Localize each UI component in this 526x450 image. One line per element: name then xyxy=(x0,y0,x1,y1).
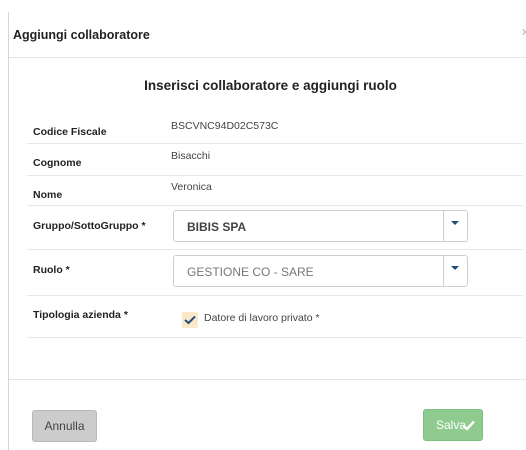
gruppo-label: Gruppo/SottoGruppo * xyxy=(33,220,146,232)
gruppo-selected-value: BIBIS SPA xyxy=(187,220,247,234)
ruolo-label: Ruolo * xyxy=(33,264,70,276)
save-button[interactable]: Salva xyxy=(423,409,483,441)
tipologia-label: Tipologia azienda * xyxy=(33,309,128,321)
codice-fiscale-label: Codice Fiscale xyxy=(33,126,107,138)
dialog-header: Aggiungi collaboratore ✕ xyxy=(9,12,526,58)
cognome-label: Cognome xyxy=(33,157,82,169)
ruolo-selected-value: GESTIONE CO - SARE xyxy=(187,265,314,279)
cognome-value: Bisacchi xyxy=(171,150,211,162)
gruppo-dropdown-toggle[interactable] xyxy=(443,211,467,241)
footer-divider xyxy=(9,379,526,380)
row-tipologia: Tipologia azienda * Datore di lavoro pri… xyxy=(27,296,523,338)
ruolo-dropdown-toggle[interactable] xyxy=(443,256,467,286)
gruppo-select[interactable]: BIBIS SPA xyxy=(173,210,468,242)
row-ruolo: Ruolo * GESTIONE CO - SARE xyxy=(27,250,523,296)
datore-privato-checkbox[interactable] xyxy=(182,312,198,328)
row-nome: Nome Veronica xyxy=(27,176,523,206)
codice-fiscale-value: BSCVNC94D02C573C xyxy=(171,120,279,132)
cancel-button[interactable]: Annulla xyxy=(32,410,97,442)
datore-privato-label[interactable]: Datore di lavoro privato * xyxy=(204,312,320,324)
close-icon[interactable]: ✕ xyxy=(521,26,526,39)
add-collaborator-dialog: Aggiungi collaboratore ✕ Inserisci colla… xyxy=(8,12,526,450)
ruolo-select[interactable]: GESTIONE CO - SARE xyxy=(173,255,468,287)
check-icon xyxy=(184,315,196,325)
chevron-down-icon xyxy=(451,266,459,270)
row-codice-fiscale: Codice Fiscale BSCVNC94D02C573C xyxy=(27,114,523,144)
dialog-title: Aggiungi collaboratore xyxy=(13,28,150,42)
check-icon xyxy=(462,420,475,431)
row-gruppo: Gruppo/SottoGruppo * BIBIS SPA xyxy=(27,206,523,250)
nome-label: Nome xyxy=(33,189,63,201)
nome-value: Veronica xyxy=(171,181,212,193)
chevron-down-icon xyxy=(451,221,459,225)
row-cognome: Cognome Bisacchi xyxy=(27,144,523,176)
form-subtitle: Inserisci collaboratore e aggiungi ruolo xyxy=(144,78,397,93)
